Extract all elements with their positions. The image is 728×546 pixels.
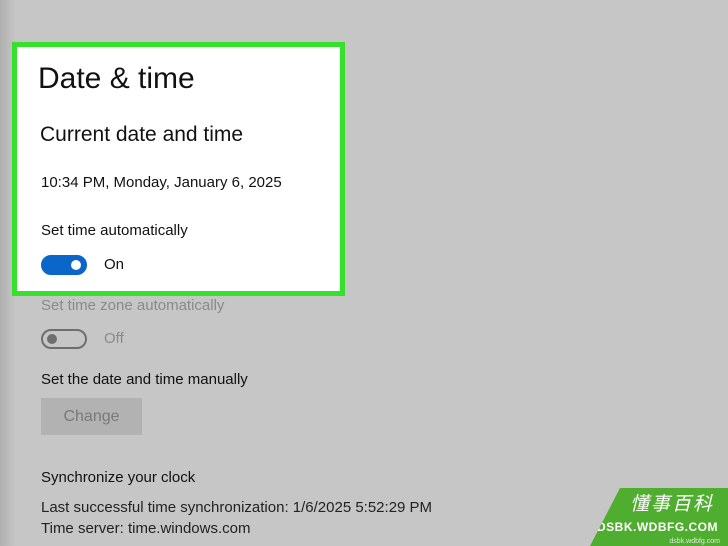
watermark-en-text: DSBK.WDBFG.COM: [597, 520, 718, 534]
settings-screen: Date & time Current date and time 10:34 …: [0, 0, 728, 546]
set-time-zone-automatically-toggle[interactable]: [41, 329, 87, 349]
time-server-text: Time server: time.windows.com: [41, 520, 251, 537]
last-sync-text: Last successful time synchronization: 1/…: [41, 499, 433, 516]
set-time-automatically-state: On: [104, 256, 125, 273]
watermark-small-text: dsbk.wdbfg.com: [669, 538, 720, 545]
watermark-logo: 懂事百科 DSBK.WDBFG.COM dsbk.wdbfg.com: [590, 488, 728, 546]
set-date-time-manually-label: Set the date and time manually: [41, 371, 248, 388]
page-title: Date & time: [38, 62, 195, 95]
current-date-time-value: 10:34 PM, Monday, January 6, 2025: [41, 174, 282, 191]
set-time-zone-automatically-state: Off: [104, 330, 124, 347]
toggle-knob: [47, 334, 57, 344]
set-time-zone-automatically-label: Set time zone automatically: [41, 297, 225, 314]
set-time-automatically-toggle[interactable]: [41, 255, 87, 275]
synchronize-clock-heading: Synchronize your clock: [41, 469, 196, 486]
set-time-automatically-label: Set time automatically: [41, 222, 188, 239]
change-button[interactable]: Change: [41, 398, 142, 435]
toggle-knob: [71, 260, 81, 270]
current-date-time-heading: Current date and time: [40, 123, 244, 146]
watermark-cn-text: 懂事百科: [629, 493, 714, 515]
